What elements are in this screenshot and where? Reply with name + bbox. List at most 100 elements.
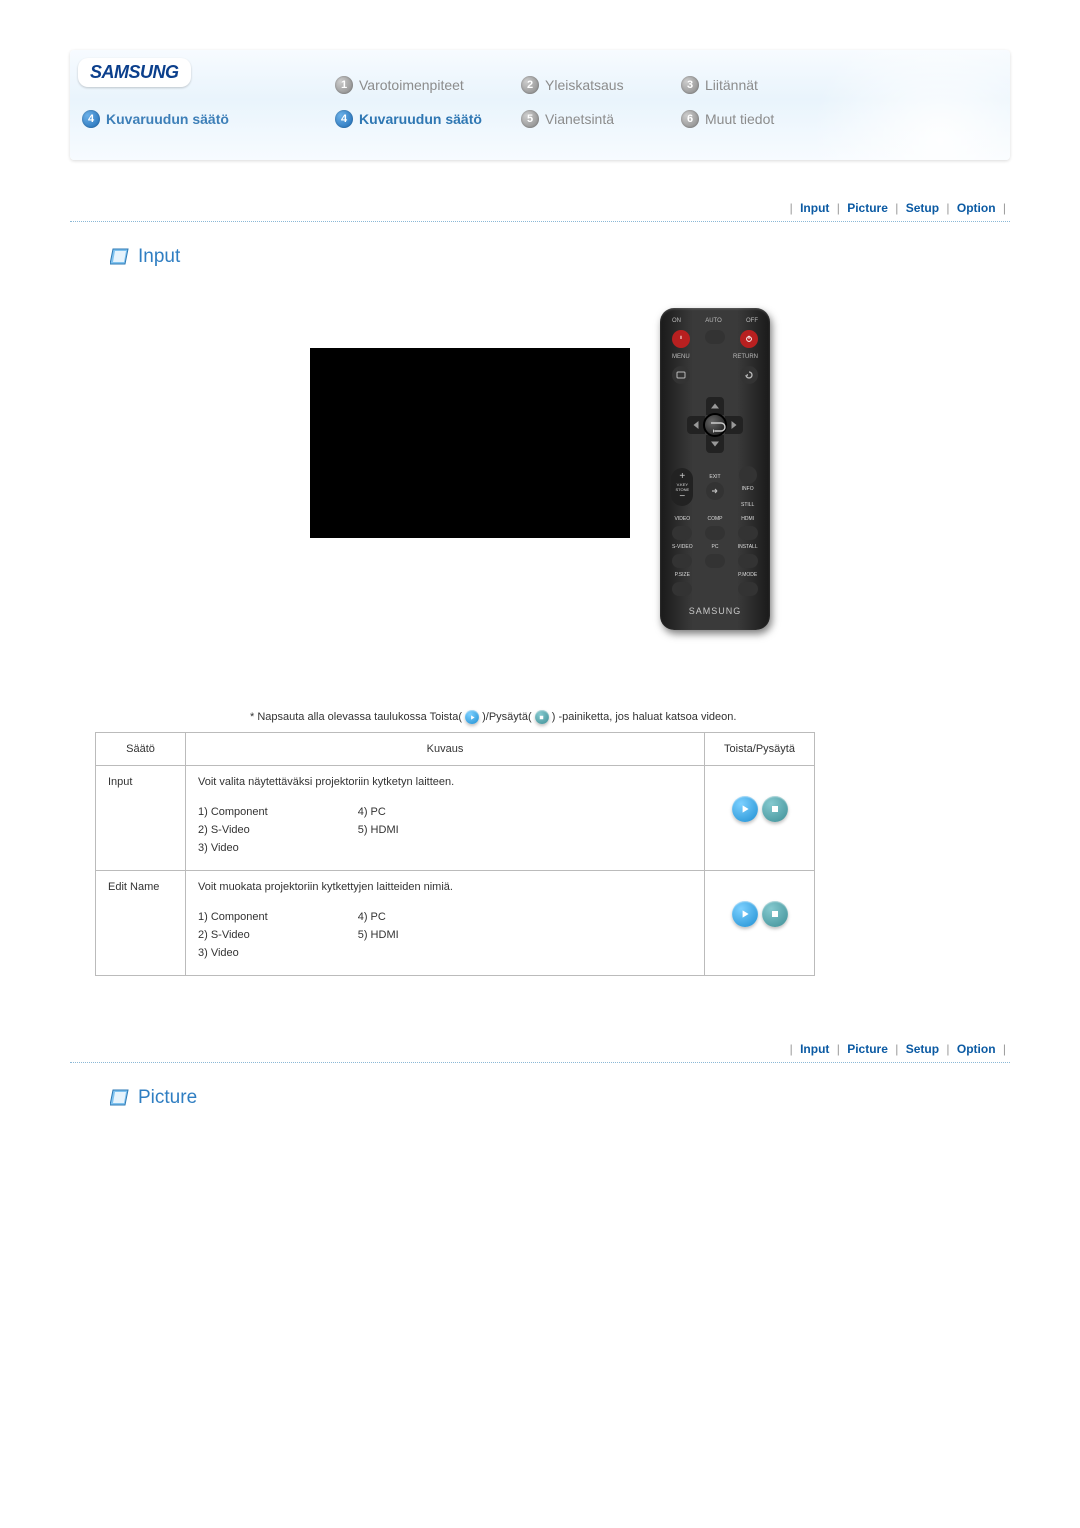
chapter-number-icon: 4: [82, 110, 100, 128]
section-icon: [110, 1088, 130, 1108]
section-tabs: | Input | Picture | Setup | Option |: [70, 1036, 1010, 1063]
note-prefix: * Napsauta alla olevassa taulukossa Tois…: [250, 711, 462, 723]
remote-exit-button[interactable]: [706, 482, 724, 500]
table-note: * Napsauta alla olevassa taulukossa Tois…: [250, 710, 1010, 724]
play-button[interactable]: [732, 796, 758, 822]
remote-power-off-button[interactable]: [740, 330, 758, 348]
number-badge-icon: 1: [335, 76, 353, 94]
number-badge-icon: 5: [521, 110, 539, 128]
opt: 1) Component: [198, 806, 268, 818]
note-suffix: ) -painiketta, jos haluat katsoa videon.: [552, 711, 737, 723]
remote-svideo-button[interactable]: [672, 554, 692, 568]
section-heading-picture: Picture: [110, 1087, 1010, 1109]
remote-control: ON AUTO OFF MENU RETURN: [660, 308, 770, 630]
section-heading-input: Input: [110, 246, 1010, 268]
remote-label-hdmi: HDMI: [741, 516, 754, 522]
play-button[interactable]: [732, 901, 758, 927]
opt: 4) PC: [358, 806, 399, 818]
chapter-link-6[interactable]: 6 Muut tiedot: [681, 110, 831, 128]
chapter-link-label: Vianetsintä: [545, 111, 614, 127]
remote-label-menu: MENU: [672, 354, 690, 360]
remote-vkeystone-rocker[interactable]: + V.KEY STONE −: [671, 468, 693, 506]
opt: 4) PC: [358, 911, 399, 923]
chapter-link-1[interactable]: 1 Varotoimenpiteet: [335, 76, 521, 94]
row-desc-cell: Voit valita näytettäväksi projektoriin k…: [186, 766, 705, 871]
remote-label-still: STILL: [741, 502, 754, 508]
opt: 5) HDMI: [358, 929, 399, 941]
remote-menu-button[interactable]: [672, 366, 690, 384]
remote-comp-button[interactable]: [705, 526, 725, 540]
section-icon: [110, 247, 130, 267]
remote-label-pmode: P.MODE: [738, 572, 757, 578]
stop-icon: [535, 710, 549, 724]
opt: 2) S-Video: [198, 929, 268, 941]
chapter-link-3[interactable]: 3 Liitännät: [681, 76, 831, 94]
number-badge-icon: 4: [335, 110, 353, 128]
stop-button[interactable]: [762, 901, 788, 927]
stop-button[interactable]: [762, 796, 788, 822]
chapter-link-label: Kuvaruudun säätö: [359, 111, 482, 127]
remote-info-button[interactable]: [739, 466, 757, 484]
tv-preview: [310, 348, 630, 538]
remote-label-exit: EXIT: [709, 474, 720, 480]
row-desc: Voit muokata projektoriin kytkettyjen la…: [198, 881, 692, 893]
current-chapter: 4 Kuvaruudun säätö: [82, 110, 229, 128]
remote-hdmi-button[interactable]: [738, 526, 758, 540]
th-desc: Kuvaus: [186, 733, 705, 766]
opt: 3) Video: [198, 842, 268, 854]
remote-pc-button[interactable]: [705, 554, 725, 568]
chapter-link-label: Yleiskatsaus: [545, 77, 624, 93]
opt: 1) Component: [198, 911, 268, 923]
number-badge-icon: 3: [681, 76, 699, 94]
remote-label-info: INFO: [742, 486, 754, 492]
remote-psize-button[interactable]: [672, 582, 692, 596]
remote-brand-text: SAMSUNG: [689, 606, 742, 616]
tab-setup[interactable]: Setup: [906, 1042, 939, 1056]
tab-input[interactable]: Input: [800, 201, 829, 215]
table-header-row: Säätö Kuvaus Toista/Pysäytä: [96, 733, 815, 766]
section-heading-text: Input: [138, 246, 180, 268]
tab-option[interactable]: Option: [957, 201, 996, 215]
remote-return-button[interactable]: [740, 366, 758, 384]
remote-label-svideo: S-VIDEO: [672, 544, 693, 550]
tab-option[interactable]: Option: [957, 1042, 996, 1056]
table-row: Edit Name Voit muokata projektoriin kytk…: [96, 871, 815, 976]
row-playstop-cell: [705, 871, 815, 976]
remote-label-off: OFF: [746, 318, 758, 324]
remote-label-pc: PC: [712, 544, 719, 550]
table-row: Input Voit valita näytettäväksi projekto…: [96, 766, 815, 871]
chapter-title: Kuvaruudun säätö: [106, 111, 229, 127]
remote-label-comp: COMP: [707, 516, 722, 522]
chapter-link-label: Varotoimenpiteet: [359, 77, 464, 93]
remote-label-install: INSTALL: [738, 544, 758, 550]
chapter-link-2[interactable]: 2 Yleiskatsaus: [521, 76, 681, 94]
tab-input[interactable]: Input: [800, 1042, 829, 1056]
tab-picture[interactable]: Picture: [847, 201, 888, 215]
chapter-link-5[interactable]: 5 Vianetsintä: [521, 110, 681, 128]
chapter-link-4[interactable]: 4 Kuvaruudun säätö: [335, 110, 521, 128]
note-mid: )/Pysäytä(: [482, 711, 532, 723]
remote-auto-button[interactable]: [705, 330, 725, 344]
tab-picture[interactable]: Picture: [847, 1042, 888, 1056]
features-table: Säätö Kuvaus Toista/Pysäytä Input Voit v…: [95, 732, 815, 976]
remote-video-button[interactable]: [672, 526, 692, 540]
tab-setup[interactable]: Setup: [906, 201, 939, 215]
chapter-nav: 1 Varotoimenpiteet 2 Yleiskatsaus 3 Liit…: [335, 76, 831, 128]
remote-dpad-ok[interactable]: [703, 413, 727, 437]
remote-pmode-button[interactable]: [738, 582, 758, 596]
section-heading-text: Picture: [138, 1087, 197, 1109]
row-desc: Voit valita näytettäväksi projektoriin k…: [198, 776, 692, 788]
row-playstop-cell: [705, 766, 815, 871]
remote-install-button[interactable]: [738, 554, 758, 568]
row-options: 1) Component 2) S-Video 3) Video 4) PC 5…: [198, 806, 692, 860]
th-playstop: Toista/Pysäytä: [705, 733, 815, 766]
remote-dpad: [670, 390, 760, 460]
remote-label-return: RETURN: [733, 354, 758, 360]
section-tabs: | Input | Picture | Setup | Option |: [70, 195, 1010, 222]
remote-power-on-button[interactable]: [672, 330, 690, 348]
header-banner: SAMSUNG 4 Kuvaruudun säätö 1 Varotoimenp…: [70, 50, 1010, 160]
media-preview-row: ON AUTO OFF MENU RETURN: [70, 308, 1010, 630]
play-icon: [465, 710, 479, 724]
remote-label-auto: AUTO: [705, 318, 722, 324]
chapter-link-label: Muut tiedot: [705, 111, 774, 127]
